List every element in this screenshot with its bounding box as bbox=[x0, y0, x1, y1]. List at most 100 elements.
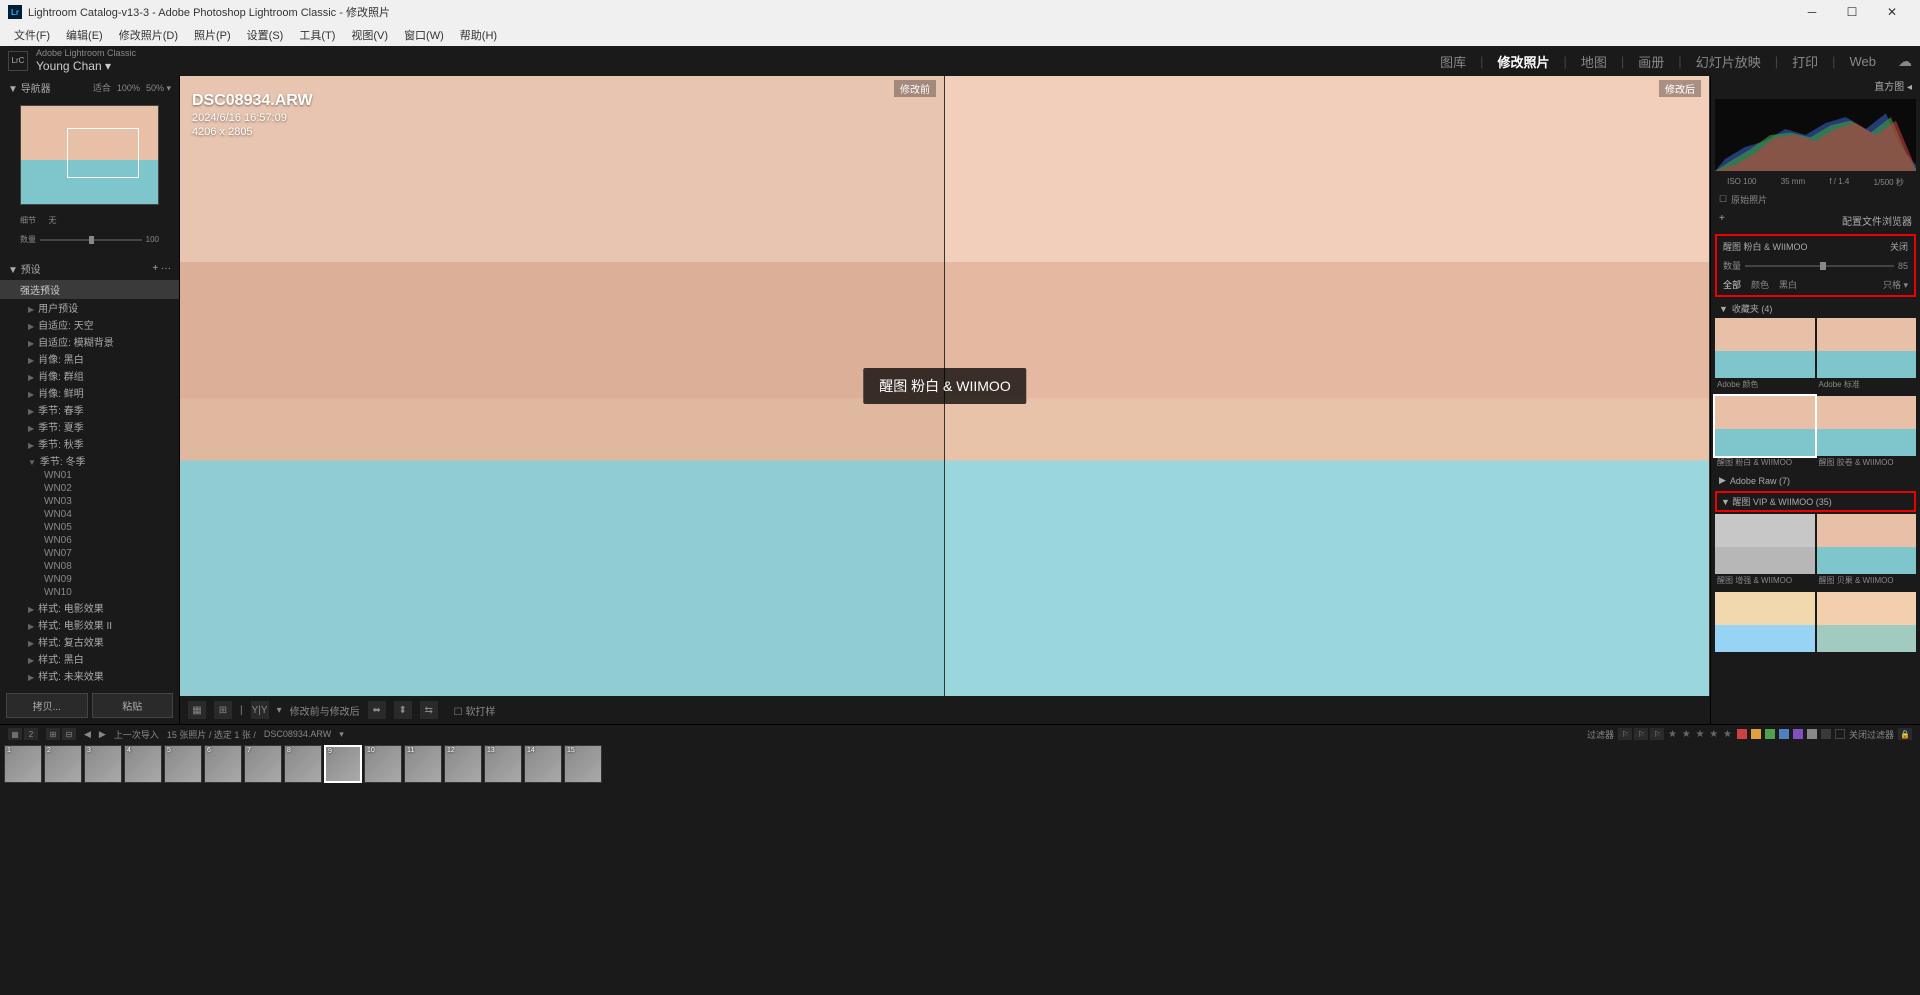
film-thumb[interactable]: 2 bbox=[44, 745, 82, 783]
compare-icon[interactable]: Y|Y bbox=[251, 701, 269, 719]
preset-item[interactable]: ▶季节: 秋季 bbox=[0, 435, 179, 452]
film-thumb[interactable]: 14 bbox=[524, 745, 562, 783]
nav-next-icon[interactable]: ▶ bbox=[99, 729, 106, 740]
profile-thumb[interactable] bbox=[1817, 396, 1917, 456]
filter-bw[interactable]: 黑白 bbox=[1779, 278, 1797, 291]
filter-only[interactable]: 只格 ▾ bbox=[1883, 278, 1908, 291]
layout-icon[interactable]: ⊞ bbox=[46, 728, 60, 740]
preset-child[interactable]: WN08 bbox=[0, 560, 179, 573]
before-view[interactable]: 修改前 DSC08934.ARW 2024/6/16 16:57:09 4206… bbox=[180, 76, 945, 696]
preset-item[interactable]: ▶样式: 电影效果 bbox=[0, 599, 179, 616]
menu-tools[interactable]: 工具(T) bbox=[293, 25, 341, 45]
preset-item[interactable]: ▶样式: 未来效果 bbox=[0, 667, 179, 684]
rating-filter[interactable]: ★ ★ ★ ★ ★ bbox=[1668, 729, 1733, 740]
preset-child[interactable]: WN01 bbox=[0, 469, 179, 482]
profile-thumb[interactable] bbox=[1715, 592, 1815, 652]
preset-child[interactable]: WN07 bbox=[0, 547, 179, 560]
module-develop[interactable]: 修改照片 bbox=[1497, 52, 1549, 71]
presets-header[interactable]: ▼ 预设 bbox=[8, 261, 41, 276]
film-thumb[interactable]: 7 bbox=[244, 745, 282, 783]
preset-item-expanded[interactable]: ▼季节: 冬季 bbox=[0, 452, 179, 469]
preset-item[interactable]: ▶肖像: 鲜明 bbox=[0, 384, 179, 401]
film-thumb-selected[interactable]: 9 bbox=[324, 745, 362, 783]
after-view[interactable]: 修改后 bbox=[945, 76, 1710, 696]
original-photo-row[interactable]: ☐ 原始照片 bbox=[1711, 190, 1920, 209]
filmstrip-source[interactable]: 上一次导入 bbox=[114, 728, 159, 741]
color-label-red[interactable] bbox=[1737, 729, 1747, 739]
maximize-button[interactable]: ☐ bbox=[1832, 0, 1872, 24]
menu-develop[interactable]: 修改照片(D) bbox=[113, 25, 184, 45]
preset-child[interactable]: WN10 bbox=[0, 586, 179, 599]
navigator-preview[interactable] bbox=[20, 105, 159, 205]
wiimoo-group-label[interactable]: ▼ 醒图 VIP & WIIMOO (35) bbox=[1721, 497, 1832, 507]
preset-selected[interactable]: 强选预设 bbox=[0, 280, 179, 299]
menu-file[interactable]: 文件(F) bbox=[8, 25, 56, 45]
preset-child[interactable]: WN06 bbox=[0, 534, 179, 547]
film-thumb[interactable]: 12 bbox=[444, 745, 482, 783]
close-filter[interactable]: 关闭过滤器 bbox=[1849, 728, 1894, 741]
copy-button[interactable]: 拷贝... bbox=[6, 693, 88, 718]
preset-child[interactable]: WN05 bbox=[0, 521, 179, 534]
color-label-none[interactable] bbox=[1835, 729, 1845, 739]
module-web[interactable]: Web bbox=[1850, 54, 1877, 69]
preset-user-group[interactable]: ▶用户预设 bbox=[0, 299, 179, 316]
color-label-yellow[interactable] bbox=[1751, 729, 1761, 739]
film-thumb[interactable]: 8 bbox=[284, 745, 322, 783]
module-slideshow[interactable]: 幻灯片放映 bbox=[1696, 52, 1761, 71]
close-button[interactable]: ✕ bbox=[1872, 0, 1912, 24]
histogram[interactable] bbox=[1715, 99, 1916, 171]
favorites-group[interactable]: ▼ 收藏夹 (4) bbox=[1711, 299, 1920, 318]
film-thumb[interactable]: 6 bbox=[204, 745, 242, 783]
menu-view[interactable]: 视图(V) bbox=[345, 25, 394, 45]
presets-add[interactable]: + ··· bbox=[152, 263, 171, 274]
filter-color[interactable]: 颜色 bbox=[1751, 278, 1769, 291]
amount-slider[interactable] bbox=[40, 239, 142, 241]
profile-thumb[interactable] bbox=[1817, 318, 1917, 378]
adobe-raw-group[interactable]: ▶ Adobe Raw (7) bbox=[1711, 472, 1920, 489]
preset-child[interactable]: WN02 bbox=[0, 482, 179, 495]
paste-button[interactable]: 粘贴 bbox=[92, 693, 174, 718]
preset-child[interactable]: WN09 bbox=[0, 573, 179, 586]
menu-photo[interactable]: 照片(P) bbox=[188, 25, 237, 45]
color-label-blue[interactable] bbox=[1779, 729, 1789, 739]
profile-close[interactable]: 关闭 bbox=[1890, 240, 1908, 253]
menu-edit[interactable]: 编辑(E) bbox=[60, 25, 109, 45]
preset-child[interactable]: WN03 bbox=[0, 495, 179, 508]
module-map[interactable]: 地图 bbox=[1581, 52, 1607, 71]
module-library[interactable]: 图库 bbox=[1440, 52, 1466, 71]
grid-icon[interactable]: ⊞ bbox=[214, 701, 232, 719]
preset-item[interactable]: ▶自适应: 模糊背景 bbox=[0, 333, 179, 350]
grid-view-icon[interactable]: ▦ bbox=[8, 728, 22, 740]
before-after-v-icon[interactable]: ⬍ bbox=[394, 701, 412, 719]
profile-thumb[interactable] bbox=[1715, 318, 1815, 378]
color-label-green[interactable] bbox=[1765, 729, 1775, 739]
film-thumb[interactable]: 4 bbox=[124, 745, 162, 783]
preset-item[interactable]: ▶样式: 黑白 bbox=[0, 650, 179, 667]
preset-item[interactable]: ▶样式: 电影效果 II bbox=[0, 616, 179, 633]
cloud-icon[interactable]: ☁ bbox=[1898, 53, 1912, 70]
before-after-h-icon[interactable]: ⬌ bbox=[368, 701, 386, 719]
filter-label[interactable]: 过滤器 bbox=[1587, 728, 1614, 741]
minimize-button[interactable]: ─ bbox=[1792, 0, 1832, 24]
profile-browser-label[interactable]: 配置文件浏览器 bbox=[1842, 213, 1912, 228]
menu-window[interactable]: 窗口(W) bbox=[398, 25, 450, 45]
film-thumb[interactable]: 3 bbox=[84, 745, 122, 783]
preset-item[interactable]: ▶季节: 夏季 bbox=[0, 418, 179, 435]
histogram-label[interactable]: 直方图 ◂ bbox=[1711, 76, 1920, 95]
navigator-rect[interactable] bbox=[67, 128, 139, 178]
layout-icon[interactable]: ⊟ bbox=[62, 728, 76, 740]
profile-thumb[interactable] bbox=[1817, 592, 1917, 652]
profile-amount-slider[interactable] bbox=[1745, 265, 1894, 267]
profile-thumb[interactable] bbox=[1715, 514, 1815, 574]
film-thumb[interactable]: 5 bbox=[164, 745, 202, 783]
film-thumb[interactable]: 15 bbox=[564, 745, 602, 783]
flag-filter-icon[interactable]: ⚐ bbox=[1634, 728, 1648, 740]
color-label-purple[interactable] bbox=[1793, 729, 1803, 739]
color-label-gray[interactable] bbox=[1807, 729, 1817, 739]
preset-item[interactable]: ▶自适应: 天空 bbox=[0, 316, 179, 333]
color-label-dark[interactable] bbox=[1821, 729, 1831, 739]
film-thumb[interactable]: 1 bbox=[4, 745, 42, 783]
nav-prev-icon[interactable]: ◀ bbox=[84, 729, 91, 740]
module-book[interactable]: 画册 bbox=[1638, 52, 1664, 71]
profile-thumb[interactable] bbox=[1817, 514, 1917, 574]
